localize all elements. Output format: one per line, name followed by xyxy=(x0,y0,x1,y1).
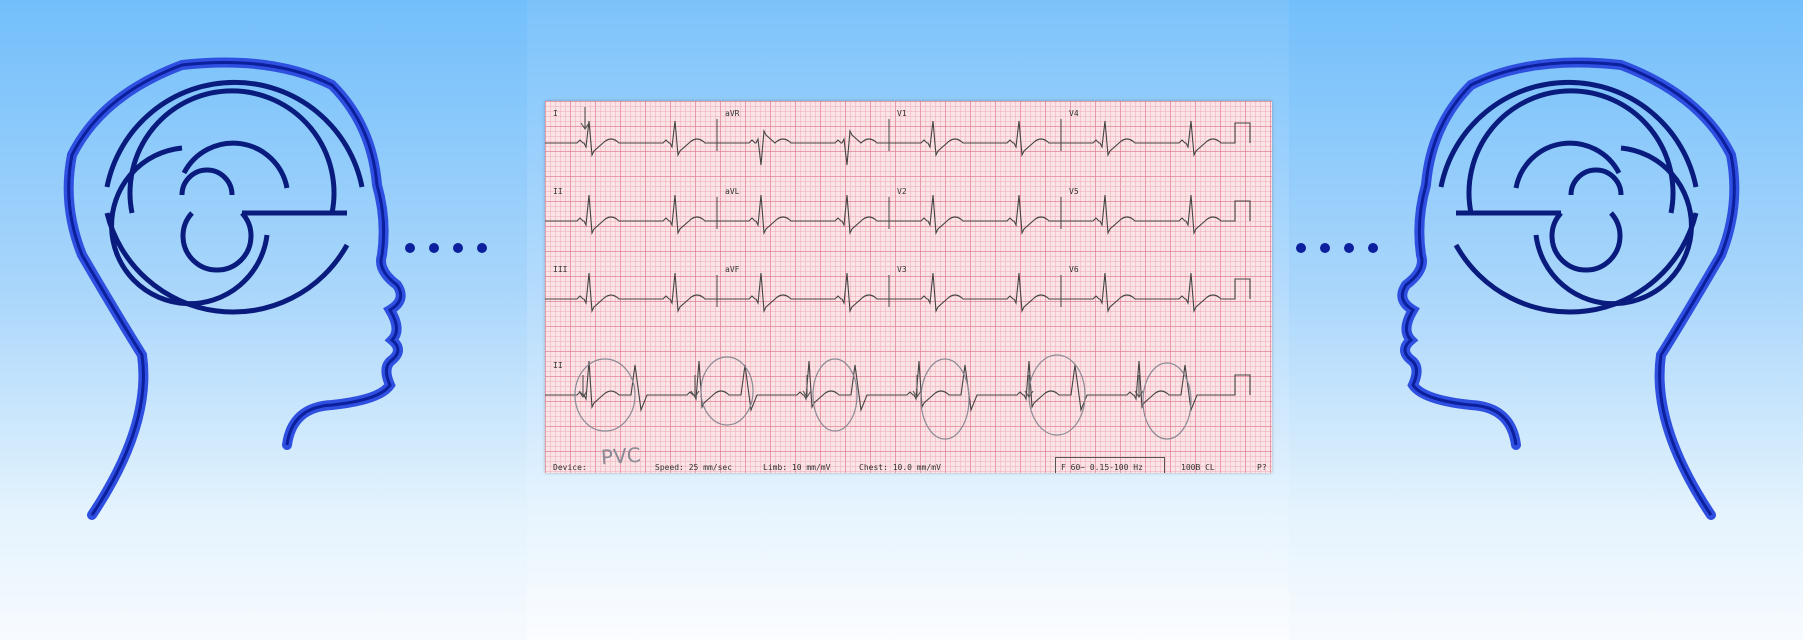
footer-filter: F 60~ 0.15-100 Hz xyxy=(1061,463,1143,472)
ecg-strip: I aVR V1 V4 II aVL V2 V5 III aVF V3 V6 I… xyxy=(545,101,1272,473)
ecg-trace xyxy=(545,120,1251,166)
circle-annotation xyxy=(700,356,754,426)
lead-label: aVF xyxy=(725,265,740,274)
ecg-trace xyxy=(545,272,1251,314)
footer-edge: P? xyxy=(1257,463,1267,472)
ecg-traces xyxy=(545,107,1251,440)
head-maze-icon xyxy=(1397,57,1740,520)
circle-annotation xyxy=(1028,354,1086,436)
arrow-icon xyxy=(578,375,588,398)
arrow-icon xyxy=(1134,375,1144,398)
footer-speed: Speed: 25 mm/sec xyxy=(655,463,733,472)
footer-device: Device: xyxy=(553,463,587,472)
lead-label: I xyxy=(553,109,558,118)
lead-label: II xyxy=(553,187,563,196)
maze xyxy=(104,79,365,315)
footer-chest: Chest: 10.0 mm/mV xyxy=(859,463,941,472)
lead-label: V1 xyxy=(897,109,907,118)
lead-label: V6 xyxy=(1069,265,1079,274)
dots-icon xyxy=(405,243,487,253)
ecg-trace xyxy=(545,194,1251,236)
circle-annotation xyxy=(1142,362,1192,440)
lead-label: III xyxy=(553,265,568,274)
dots-icon xyxy=(1296,243,1378,253)
head-maze-icon xyxy=(63,57,406,520)
handwritten-note: PVC xyxy=(600,442,642,470)
arrow-icon xyxy=(580,107,590,130)
lead-label: aVL xyxy=(725,187,740,196)
lead-label: aVR xyxy=(725,109,740,118)
lead-label: V3 xyxy=(897,265,907,274)
lead-label: II xyxy=(553,361,563,370)
footer-limb: Limb: 10 mm/mV xyxy=(763,463,831,472)
footer-code: 100B CL xyxy=(1181,463,1215,472)
lead-label: V4 xyxy=(1069,109,1079,118)
lead-label: V5 xyxy=(1069,187,1079,196)
lead-label: V2 xyxy=(897,187,907,196)
ecg-trace xyxy=(545,360,1251,413)
